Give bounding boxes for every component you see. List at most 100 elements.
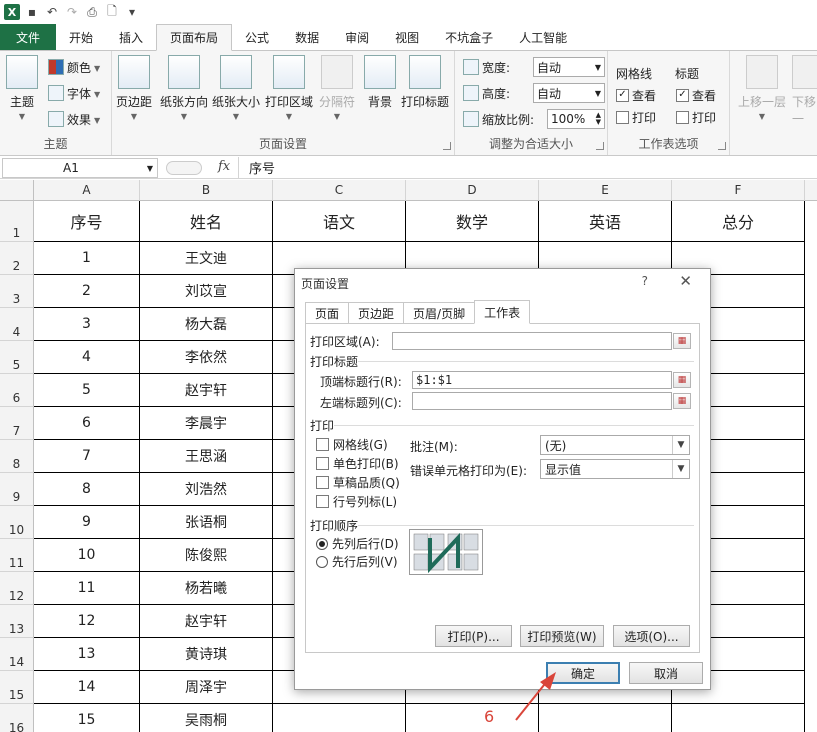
table-cell[interactable]: 陈俊熙	[140, 539, 273, 572]
table-cell[interactable]: 8	[34, 473, 140, 506]
theme-effects-button[interactable]: 效果 ▼	[48, 109, 100, 129]
table-header-cell[interactable]: 姓名	[140, 201, 273, 242]
help-icon[interactable]: ?	[642, 274, 648, 288]
row-header[interactable]: 12	[0, 572, 34, 605]
print-icon[interactable]: ⎙	[84, 4, 100, 20]
table-header-cell[interactable]: 语文	[273, 201, 406, 242]
tab-formulas[interactable]: 公式	[232, 24, 282, 50]
comments-select[interactable]: (无) ▼	[540, 435, 690, 455]
row-header[interactable]: 3	[0, 275, 34, 308]
column-header-b[interactable]: B	[140, 180, 273, 201]
column-header-d[interactable]: D	[406, 180, 539, 201]
table-cell[interactable]: 王思涵	[140, 440, 273, 473]
row-header[interactable]: 10	[0, 506, 34, 539]
collapse-dialog-icon[interactable]: ▦	[673, 372, 691, 388]
gridlines-view-checkbox[interactable]: ✓ 查看	[616, 85, 656, 105]
row-col-headings-checkbox[interactable]: 行号列标(L)	[316, 493, 397, 510]
send-backward-button[interactable]: 下移一	[792, 55, 817, 127]
scale-launcher-icon[interactable]	[596, 142, 604, 150]
columns-to-repeat-input[interactable]	[412, 392, 672, 410]
table-header-cell[interactable]: 序号	[34, 201, 140, 242]
gridlines-checkbox[interactable]: 网格线(G)	[316, 436, 388, 453]
table-cell[interactable]: 刘浩然	[140, 473, 273, 506]
scale-stepper[interactable]: 100% ▲ ▼	[547, 109, 605, 129]
dialog-tab-page[interactable]: 页面	[305, 302, 350, 324]
collapse-dialog-icon[interactable]: ▦	[673, 333, 691, 349]
table-cell[interactable]: 王文迪	[140, 242, 273, 275]
table-cell[interactable]: 杨大磊	[140, 308, 273, 341]
table-cell[interactable]	[672, 704, 805, 732]
close-icon[interactable]: ✕	[679, 272, 692, 290]
theme-fonts-button[interactable]: 字体 ▼	[48, 83, 100, 103]
table-header-cell[interactable]: 英语	[539, 201, 672, 242]
black-white-checkbox[interactable]: 单色打印(B)	[316, 455, 399, 472]
themes-button[interactable]: 主题 ▼	[6, 55, 38, 121]
row-header[interactable]: 7	[0, 407, 34, 440]
row-header[interactable]: 15	[0, 671, 34, 704]
tab-home[interactable]: 开始	[56, 24, 106, 50]
width-select[interactable]: 自动 ▼	[533, 57, 605, 77]
breaks-button[interactable]: 分隔符 ▼	[319, 55, 355, 121]
print-button[interactable]: 打印(P)...	[435, 625, 512, 647]
rows-to-repeat-input[interactable]: $1:$1	[412, 371, 672, 389]
row-header[interactable]: 16	[0, 704, 34, 732]
table-cell[interactable]: 13	[34, 638, 140, 671]
column-header-c[interactable]: C	[273, 180, 406, 201]
dialog-tab-header-footer[interactable]: 页眉/页脚	[403, 302, 476, 324]
table-cell[interactable]: 7	[34, 440, 140, 473]
bring-forward-button[interactable]: 上移一层 ▼	[738, 55, 786, 121]
table-cell[interactable]: 1	[34, 242, 140, 275]
dialog-tab-margins[interactable]: 页边距	[348, 302, 405, 324]
table-cell[interactable]: 5	[34, 374, 140, 407]
table-cell[interactable]: 张语桐	[140, 506, 273, 539]
row-header[interactable]: 5	[0, 341, 34, 374]
table-cell[interactable]: 赵宇轩	[140, 374, 273, 407]
size-button[interactable]: 纸张大小 ▼	[212, 55, 260, 121]
dialog-tab-sheet[interactable]: 工作表	[474, 300, 531, 324]
formula-input[interactable]: 序号	[238, 157, 817, 178]
print-area-button[interactable]: 打印区域 ▼	[265, 55, 313, 121]
insert-function-icon[interactable]: fx	[218, 159, 230, 174]
table-cell[interactable]: 李依然	[140, 341, 273, 374]
name-box[interactable]: A1 ▼	[2, 158, 158, 178]
print-titles-button[interactable]: 打印标题	[401, 55, 449, 110]
table-cell[interactable]: 李晨宇	[140, 407, 273, 440]
tab-file[interactable]: 文件	[0, 24, 56, 50]
tab-view[interactable]: 视图	[382, 24, 432, 50]
table-cell[interactable]: 刘苡宣	[140, 275, 273, 308]
column-header-partial[interactable]	[805, 180, 817, 201]
draft-quality-checkbox[interactable]: 草稿品质(Q)	[316, 474, 400, 491]
save-icon[interactable]: ▪	[24, 4, 40, 20]
table-cell[interactable]: 周泽宇	[140, 671, 273, 704]
column-header-e[interactable]: E	[539, 180, 672, 201]
row-header[interactable]: 1	[0, 201, 34, 242]
table-cell[interactable]: 9	[34, 506, 140, 539]
print-preview-button[interactable]: 打印预览(W)	[520, 625, 604, 647]
theme-colors-button[interactable]: 颜色 ▼	[48, 57, 100, 77]
table-cell[interactable]: 12	[34, 605, 140, 638]
row-header[interactable]: 11	[0, 539, 34, 572]
table-cell[interactable]	[273, 704, 406, 732]
column-header-a[interactable]: A	[34, 180, 140, 201]
table-cell[interactable]: 吴雨桐	[140, 704, 273, 732]
sheet-options-launcher-icon[interactable]	[718, 142, 726, 150]
table-cell[interactable]: 6	[34, 407, 140, 440]
table-cell[interactable]: 11	[34, 572, 140, 605]
table-cell[interactable]: 2	[34, 275, 140, 308]
table-header-cell[interactable]: 总分	[672, 201, 805, 242]
table-cell[interactable]: 4	[34, 341, 140, 374]
table-cell[interactable]: 赵宇轩	[140, 605, 273, 638]
column-header-f[interactable]: F	[672, 180, 805, 201]
print-area-input[interactable]	[392, 332, 672, 350]
redo-icon[interactable]: ↷	[64, 4, 80, 20]
tab-insert[interactable]: 插入	[106, 24, 156, 50]
table-cell[interactable]: 3	[34, 308, 140, 341]
table-cell[interactable]: 14	[34, 671, 140, 704]
headings-print-checkbox[interactable]: 打印	[676, 107, 716, 127]
customize-toolbar-icon[interactable]: ▾	[124, 4, 140, 20]
background-button[interactable]: 背景	[364, 55, 396, 110]
row-header[interactable]: 9	[0, 473, 34, 506]
print-preview-icon[interactable]: 🗋	[104, 4, 120, 20]
page-setup-launcher-icon[interactable]	[443, 142, 451, 150]
formula-bar-resize-icon[interactable]	[166, 161, 202, 175]
